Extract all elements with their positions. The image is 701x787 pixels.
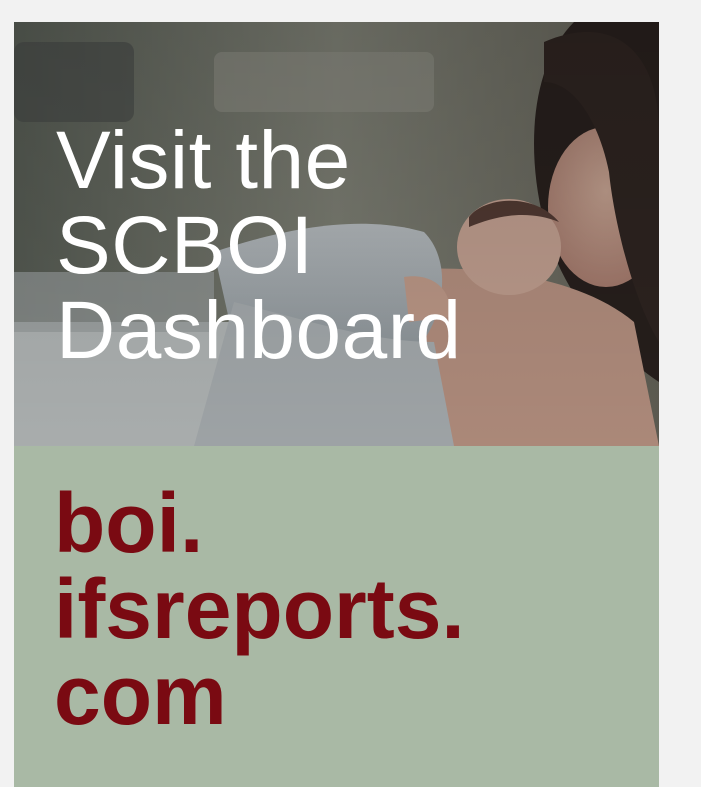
hero-banner: Visit the SCBOI Dashboard (14, 22, 659, 446)
url-panel: boi. ifsreports. com (14, 446, 659, 787)
dashboard-url-link[interactable]: boi. ifsreports. com (54, 480, 465, 738)
hero-title-line: Dashboard (56, 285, 462, 376)
hero-title: Visit the SCBOI Dashboard (56, 118, 462, 373)
url-line: com (54, 648, 227, 742)
url-line: ifsreports. (54, 562, 465, 656)
promo-card: Visit the SCBOI Dashboard boi. ifsreport… (14, 22, 659, 787)
hero-title-line: SCBOI (56, 200, 314, 291)
url-line: boi. (54, 476, 204, 570)
hero-title-line: Visit the (56, 115, 351, 206)
